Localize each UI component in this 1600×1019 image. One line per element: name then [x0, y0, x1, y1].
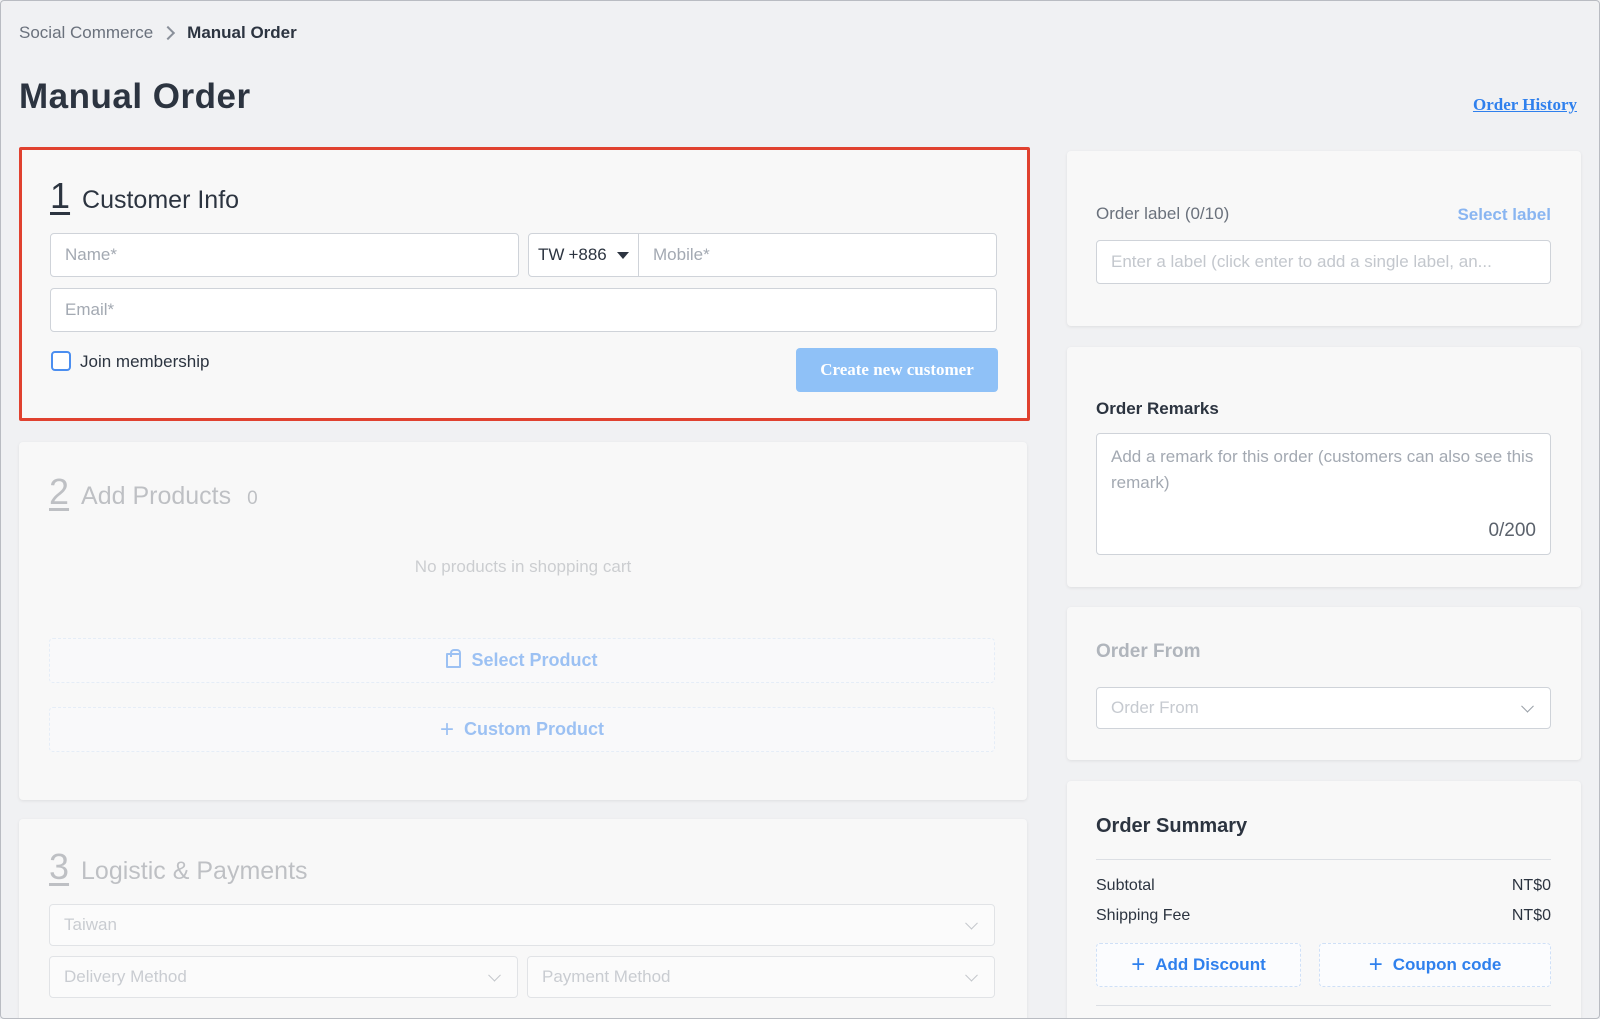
- plus-icon: +: [439, 715, 454, 743]
- add-products-header: 2 Add Products 0: [49, 474, 258, 510]
- country-code: TW: [538, 245, 565, 264]
- step-title: Add Products: [81, 482, 232, 510]
- summary-divider: [1096, 1005, 1551, 1006]
- app-frame: Social Commerce Manual Order Manual Orde…: [0, 0, 1600, 1019]
- logistics-card: 3 Logistic & Payments Taiwan Delivery Me…: [19, 819, 1027, 1018]
- country-code-select[interactable]: TW +886: [528, 233, 639, 277]
- order-history-link[interactable]: Order History: [1473, 95, 1577, 115]
- join-membership-label: Join membership: [80, 352, 210, 371]
- email-input[interactable]: Email*: [50, 288, 997, 332]
- logistics-header: 3 Logistic & Payments: [49, 849, 308, 885]
- create-customer-button[interactable]: Create new customer: [796, 348, 998, 392]
- chevron-down-icon: [488, 968, 501, 982]
- remarks-counter: 0/200: [1488, 520, 1536, 541]
- customer-info-header: 1 Customer Info: [50, 178, 239, 214]
- select-product-label: Select Product: [471, 650, 598, 670]
- step-number: 1: [50, 175, 71, 216]
- mobile-input[interactable]: Mobile*: [638, 233, 997, 277]
- delivery-method-placeholder: Delivery Method: [64, 967, 187, 986]
- page-title: Manual Order: [19, 77, 251, 116]
- order-label-card: Order label (0/10) Select label Enter a …: [1067, 151, 1581, 326]
- country-select[interactable]: Taiwan: [49, 904, 995, 946]
- breadcrumb-current: Manual Order: [187, 23, 297, 42]
- empty-cart-text: No products in shopping cart: [414, 557, 632, 576]
- add-products-card: 2 Add Products 0 No products in shopping…: [19, 442, 1027, 800]
- step-title: Customer Info: [82, 186, 240, 214]
- subtotal-value: NT$0: [1511, 877, 1551, 894]
- order-from-placeholder: Order From: [1111, 698, 1199, 717]
- breadcrumb: Social Commerce Manual Order: [19, 21, 297, 45]
- shopping-bag-icon: [446, 649, 462, 668]
- delivery-method-select[interactable]: Delivery Method: [49, 956, 518, 998]
- product-count: 0: [247, 488, 258, 509]
- custom-product-label: Custom Product: [464, 719, 605, 739]
- name-input[interactable]: Name*: [50, 233, 519, 277]
- add-discount-label: Add Discount: [1155, 955, 1266, 974]
- shipping-fee-value: NT$0: [1511, 907, 1551, 924]
- order-remarks-card: Order Remarks Add a remark for this orde…: [1067, 347, 1581, 587]
- chevron-down-icon: [965, 916, 978, 930]
- order-from-title: Order From: [1096, 641, 1201, 662]
- payment-method-placeholder: Payment Method: [542, 967, 671, 986]
- chevron-down-icon: [1521, 699, 1534, 713]
- order-label-title: Order label (0/10): [1096, 204, 1230, 223]
- summary-divider: [1096, 859, 1551, 860]
- order-remarks-placeholder: Add a remark for this order (customers c…: [1111, 447, 1534, 492]
- customer-info-card: 1 Customer Info Name* TW +886 Mobile* Em…: [19, 147, 1030, 421]
- order-summary-title: Order Summary: [1096, 815, 1248, 837]
- plus-icon: +: [1368, 951, 1383, 978]
- select-product-button[interactable]: Select Product: [49, 638, 995, 683]
- coupon-code-label: Coupon code: [1392, 955, 1502, 974]
- step-number: 2: [49, 471, 70, 512]
- join-membership-checkbox[interactable]: [51, 351, 71, 371]
- order-remarks-textarea[interactable]: Add a remark for this order (customers c…: [1096, 433, 1551, 555]
- custom-product-button[interactable]: + Custom Product: [49, 707, 995, 752]
- caret-down-icon: [616, 251, 629, 259]
- subtotal-label: Subtotal: [1096, 877, 1155, 894]
- step-number: 3: [49, 846, 70, 887]
- chevron-down-icon: [965, 968, 978, 982]
- breadcrumb-root[interactable]: Social Commerce: [19, 23, 153, 43]
- plus-icon: +: [1131, 951, 1146, 978]
- order-from-select[interactable]: Order From: [1096, 687, 1551, 729]
- country-value: Taiwan: [64, 915, 117, 934]
- step-title: Logistic & Payments: [81, 857, 308, 885]
- add-discount-button[interactable]: + Add Discount: [1096, 943, 1301, 987]
- chevron-right-icon: [161, 25, 176, 41]
- order-from-card: Order From Order From: [1067, 607, 1581, 760]
- order-label-input[interactable]: Enter a label (click enter to add a sing…: [1096, 240, 1551, 284]
- payment-method-select[interactable]: Payment Method: [527, 956, 995, 998]
- dial-code: +886: [568, 245, 607, 264]
- shipping-fee-label: Shipping Fee: [1096, 907, 1191, 924]
- order-summary-card: Order Summary Subtotal NT$0 Shipping Fee…: [1067, 781, 1581, 1018]
- order-remarks-title: Order Remarks: [1096, 399, 1219, 418]
- select-label-link[interactable]: Select label: [1457, 205, 1551, 225]
- coupon-code-button[interactable]: + Coupon code: [1319, 943, 1551, 987]
